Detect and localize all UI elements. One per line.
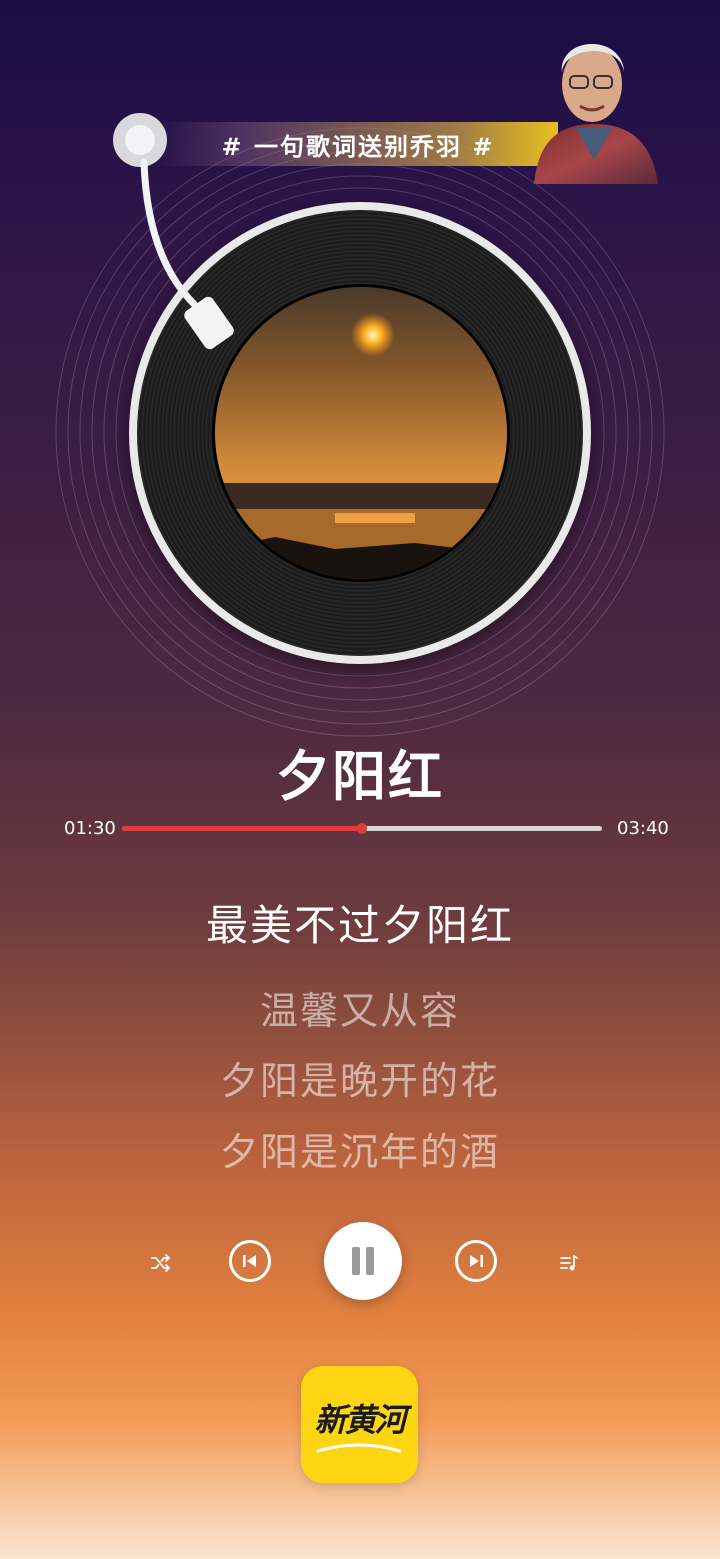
- topic-banner-text: # 一句歌词送别乔羽 #: [221, 132, 495, 161]
- next-button[interactable]: [455, 1240, 497, 1282]
- elapsed-time: 01:30: [64, 818, 116, 839]
- app-logo: 新黄河: [301, 1366, 418, 1483]
- song-title: 夕阳红: [276, 745, 444, 808]
- playlist-icon: [560, 1255, 578, 1271]
- skip-next-icon: [470, 1255, 483, 1267]
- progress-fill: [122, 826, 362, 831]
- logo-swoosh: [316, 1443, 402, 1452]
- tonearm[interactable]: [100, 100, 260, 380]
- lyric-current-line: 最美不过夕阳红: [205, 901, 514, 950]
- playlist-button[interactable]: [556, 1250, 582, 1276]
- total-duration: 03:40: [617, 818, 669, 839]
- lyric-line: 温馨又从容: [259, 989, 460, 1033]
- pause-button[interactable]: [324, 1222, 402, 1300]
- progress-handle[interactable]: [357, 823, 367, 834]
- pause-icon: [352, 1247, 374, 1275]
- app-logo-text: 新黄河: [314, 1400, 406, 1439]
- person-avatar: [534, 44, 658, 184]
- lyric-line: 夕阳是晚开的花: [219, 1059, 500, 1103]
- shuffle-button[interactable]: [148, 1250, 174, 1276]
- previous-button[interactable]: [229, 1240, 271, 1282]
- lyric-line: 夕阳是沉年的酒: [219, 1130, 500, 1174]
- shuffle-icon: [151, 1254, 170, 1272]
- skip-previous-icon: [243, 1255, 256, 1267]
